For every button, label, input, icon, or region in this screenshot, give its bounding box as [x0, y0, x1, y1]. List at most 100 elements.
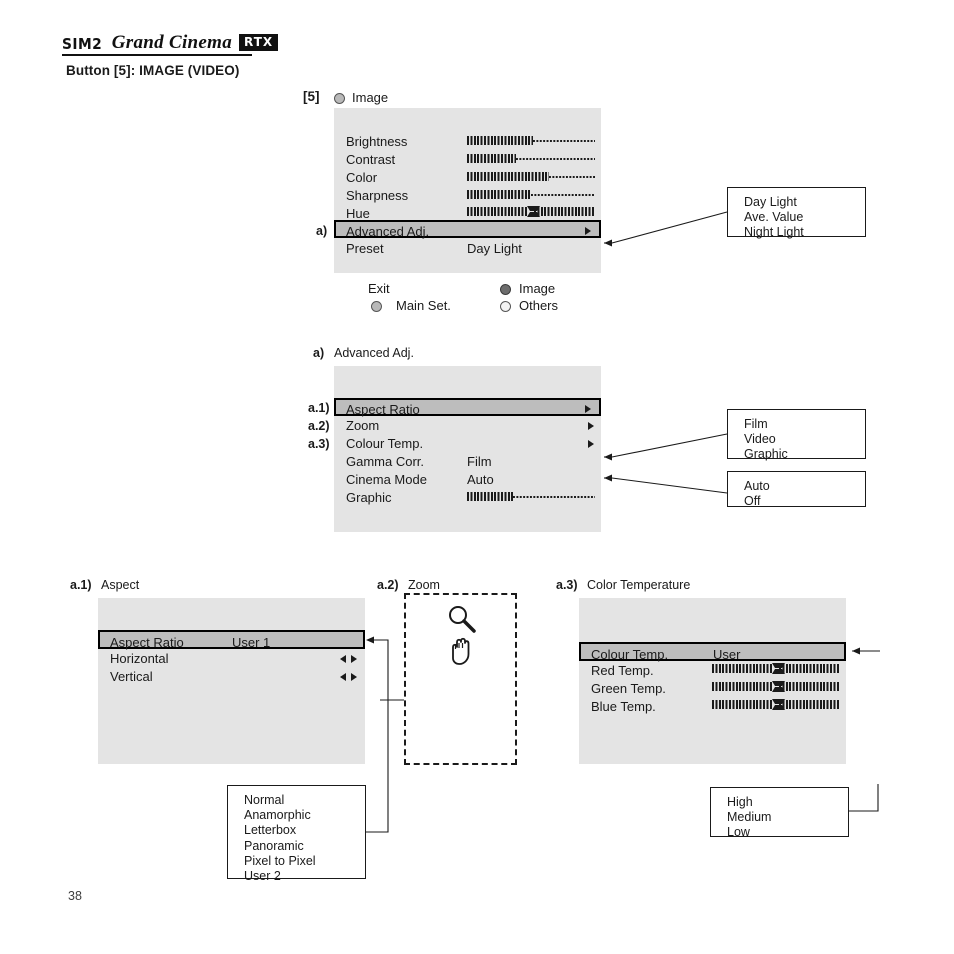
page-number: 38: [68, 889, 82, 903]
advanced-row-zoom-label: Zoom: [346, 418, 380, 433]
image-row-hue-bar[interactable]: [467, 206, 595, 217]
brand-logo: SIM2 Grand Cinema RTX: [62, 31, 279, 56]
advanced-row-graphic[interactable]: Graphic: [346, 491, 392, 504]
radio-dot-icon: [500, 301, 511, 312]
advanced-row-gamma-corr-value[interactable]: Film: [467, 455, 492, 468]
bar-center-marker-icon: [772, 699, 785, 710]
image-menu-footer-exit[interactable]: Exit: [368, 281, 390, 296]
bar-fill: [779, 682, 840, 691]
image-step-tag: [5]: [303, 89, 320, 104]
chevron-right-icon: [588, 422, 594, 430]
color-temp-option[interactable]: High: [727, 795, 848, 810]
image-menu-footer-image[interactable]: Image: [519, 281, 555, 296]
image-row-sharpness[interactable]: Sharpness: [346, 189, 408, 202]
bar-fill: [779, 664, 840, 673]
brand-sim2: SIM2: [62, 35, 103, 53]
image-menu-footer-main-set[interactable]: Main Set.: [396, 298, 451, 313]
chevron-left-icon[interactable]: [340, 655, 346, 663]
zoom-tag: a.2): [308, 419, 330, 433]
advanced-row-graphic-bar[interactable]: [467, 492, 595, 501]
color-temp-row-green[interactable]: Green Temp.: [591, 682, 666, 695]
image-row-color[interactable]: Color: [346, 171, 377, 184]
aspect-row-aspect-ratio-label: Aspect Ratio: [110, 635, 184, 650]
color-temp-row-blue-bar[interactable]: [712, 699, 840, 710]
advanced-row-zoom[interactable]: Zoom: [346, 419, 379, 432]
radio-dot-icon: [334, 93, 345, 104]
bar-fill: [467, 190, 531, 199]
color-temp-option[interactable]: Low: [727, 825, 848, 840]
preset-option[interactable]: Ave. Value: [744, 210, 865, 225]
image-menu-footer-others[interactable]: Others: [519, 298, 558, 313]
advanced-row-gamma-corr-label: Gamma Corr.: [346, 454, 425, 469]
image-row-contrast-label: Contrast: [346, 152, 396, 167]
gamma-option[interactable]: Video: [744, 432, 865, 447]
gamma-option[interactable]: Graphic: [744, 447, 865, 462]
bar-fill: [467, 172, 549, 181]
image-row-advanced-adj-label: Advanced Adj.: [346, 224, 430, 239]
color-temp-row-red[interactable]: Red Temp.: [591, 664, 654, 677]
cinema-mode-option[interactable]: Auto: [744, 479, 865, 494]
advanced-row-colour-temp[interactable]: Colour Temp.: [346, 437, 423, 450]
cinema-mode-option[interactable]: Off: [744, 494, 865, 509]
color-temp-options-callout: High Medium Low: [710, 787, 849, 840]
chevron-right-icon: [588, 440, 594, 448]
aspect-option[interactable]: Normal: [244, 793, 365, 808]
color-temp-row-red-bar[interactable]: [712, 663, 840, 674]
bar-fill: [467, 136, 533, 145]
aspect-option[interactable]: Letterbox: [244, 823, 365, 838]
image-row-contrast[interactable]: Contrast: [346, 153, 395, 166]
color-temp-option[interactable]: Medium: [727, 810, 848, 825]
advanced-row-aspect-ratio[interactable]: Aspect Ratio: [334, 398, 601, 417]
color-temp-row-blue[interactable]: Blue Temp.: [591, 700, 656, 713]
magnifier-icon: [449, 606, 476, 633]
image-row-preset-value[interactable]: Day Light: [467, 242, 522, 255]
image-menu-title: Image: [352, 90, 389, 105]
aspect-option[interactable]: User 2: [244, 869, 365, 884]
aspect-row-aspect-ratio[interactable]: Aspect Ratio User 1: [98, 630, 365, 650]
aspect-row-horizontal[interactable]: Horizontal: [110, 652, 169, 665]
chevron-right-icon[interactable]: [351, 655, 357, 663]
zoom-panel-tag: a.2): [377, 578, 399, 592]
color-temp-row-red-label: Red Temp.: [591, 663, 654, 678]
aspect-row-horizontal-arrows[interactable]: [340, 655, 357, 663]
bar-fill: [712, 682, 772, 691]
image-row-brightness-label: Brightness: [346, 134, 408, 149]
image-row-sharpness-bar[interactable]: [467, 190, 595, 199]
aspect-option[interactable]: Pixel to Pixel: [244, 854, 365, 869]
preset-option[interactable]: Day Light: [744, 195, 865, 210]
image-row-color-label: Color: [346, 170, 378, 185]
aspect-ratio-tag: a.1): [308, 401, 330, 415]
bar-fill: [712, 700, 772, 709]
image-row-contrast-bar[interactable]: [467, 154, 595, 163]
chevron-left-icon[interactable]: [340, 673, 346, 681]
image-menu-footer-main-set-dot: [371, 299, 382, 317]
aspect-row-vertical-arrows[interactable]: [340, 673, 357, 681]
chevron-right-icon[interactable]: [351, 673, 357, 681]
image-row-brightness[interactable]: Brightness: [346, 135, 407, 148]
aspect-row-vertical[interactable]: Vertical: [110, 670, 153, 683]
advanced-row-cinema-mode-value[interactable]: Auto: [467, 473, 494, 486]
image-row-brightness-bar[interactable]: [467, 136, 595, 145]
color-temp-panel-title: Color Temperature: [587, 578, 691, 592]
image-row-advanced-adj[interactable]: Advanced Adj.: [334, 220, 601, 239]
gamma-option[interactable]: Film: [744, 417, 865, 432]
bar-fill: [534, 207, 595, 216]
chevron-right-icon: [585, 227, 591, 235]
advanced-row-cinema-mode[interactable]: Cinema Mode: [346, 473, 427, 486]
image-row-color-bar[interactable]: [467, 172, 595, 181]
aspect-option[interactable]: Anamorphic: [244, 808, 365, 823]
preset-option[interactable]: Night Light: [744, 225, 865, 240]
hand-icon: [452, 637, 470, 665]
bar-fill: [467, 492, 513, 501]
bar-fill: [467, 207, 527, 216]
advanced-row-gamma-corr[interactable]: Gamma Corr.: [346, 455, 424, 468]
bar-center-marker-icon: [527, 206, 540, 217]
brand-model-badge: RTX: [239, 34, 279, 51]
color-temp-row-colour-temp[interactable]: Colour Temp. User: [579, 642, 846, 662]
aspect-option[interactable]: Panoramic: [244, 839, 365, 854]
image-row-preset[interactable]: Preset: [346, 242, 384, 255]
bar-fill: [779, 700, 840, 709]
image-row-hue[interactable]: Hue: [346, 207, 370, 220]
color-temp-row-green-bar[interactable]: [712, 681, 840, 692]
bar-fill: [467, 154, 516, 163]
